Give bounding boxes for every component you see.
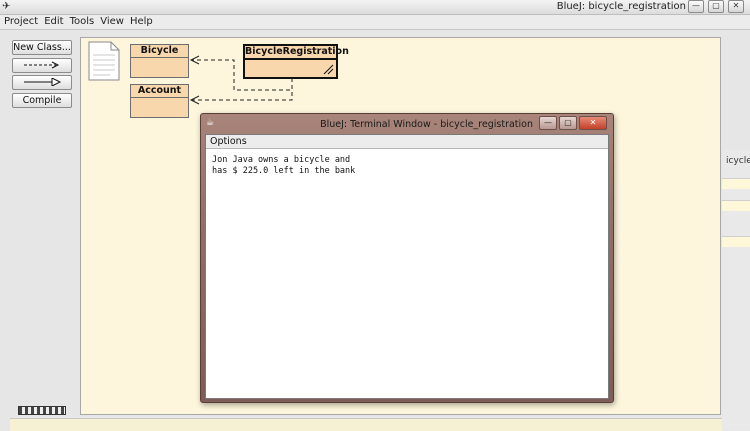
background-row (722, 178, 750, 189)
window-title: BlueJ: bicycle_registration (556, 1, 686, 12)
window-titlebar: ✈ BlueJ: bicycle_registration — ▢ ✕ (0, 0, 750, 15)
close-icon[interactable]: ✕ (728, 0, 744, 13)
terminal-window: ☕ BlueJ: Terminal Window - bicycle_regis… (200, 113, 614, 403)
maximize-icon[interactable]: ▢ (708, 0, 724, 13)
resize-handle-icon[interactable] (323, 64, 334, 75)
class-name-label: Account (131, 85, 188, 98)
terminal-line: Jon Java owns a bicycle and (212, 155, 351, 165)
new-class-button[interactable]: New Class... (12, 40, 72, 55)
terminal-minimize-icon[interactable]: — (539, 116, 557, 130)
class-account[interactable]: Account (130, 84, 189, 118)
background-window: icycle (722, 150, 750, 430)
compile-button[interactable]: Compile (12, 93, 72, 108)
readme-note-icon[interactable] (88, 41, 120, 81)
inheritance-arrow-button[interactable] (12, 75, 72, 90)
solid-arrow-icon (24, 78, 62, 86)
terminal-maximize-icon[interactable]: ▢ (559, 116, 577, 130)
terminal-close-icon[interactable]: ✕ (579, 116, 607, 130)
menu-help[interactable]: Help (127, 15, 156, 29)
background-row (722, 236, 750, 247)
terminal-window-controls: — ▢ ✕ (539, 116, 607, 130)
uses-arrow-button[interactable] (12, 58, 72, 73)
terminal-titlebar[interactable]: ☕ BlueJ: Terminal Window - bicycle_regis… (201, 114, 613, 133)
status-bar (10, 418, 722, 431)
menu-project[interactable]: Project (0, 15, 41, 29)
dashed-arrow-icon (24, 61, 60, 69)
class-name-label: BicycleRegistration (245, 46, 349, 60)
terminal-menu-options[interactable]: Options (206, 135, 608, 149)
class-bicycle[interactable]: Bicycle (130, 44, 189, 78)
menubar: Project Edit Tools View Help (0, 15, 750, 30)
vm-activity-indicator (18, 406, 66, 415)
java-icon: ☕ (206, 118, 215, 128)
background-window-label: icycle (726, 156, 750, 166)
terminal-body: Options Jon Java owns a bicycle and has … (205, 134, 609, 399)
menu-edit[interactable]: Edit (41, 15, 66, 29)
class-name-label: Bicycle (131, 45, 188, 58)
class-bicycleregistration[interactable]: BicycleRegistration (243, 44, 349, 79)
minimize-icon[interactable]: — (688, 0, 704, 13)
window-controls: — ▢ ✕ (688, 0, 744, 13)
menu-view[interactable]: View (97, 15, 127, 29)
sidebar: New Class... Compile (0, 30, 78, 410)
bluej-app-icon: ✈ (2, 1, 11, 12)
terminal-output[interactable]: Jon Java owns a bicycle and has $ 225.0 … (206, 149, 608, 398)
background-row (722, 200, 750, 211)
terminal-line: has $ 225.0 left in the bank (212, 166, 356, 176)
terminal-title: BlueJ: Terminal Window - bicycle_registr… (320, 119, 533, 130)
menu-tools[interactable]: Tools (67, 15, 98, 29)
